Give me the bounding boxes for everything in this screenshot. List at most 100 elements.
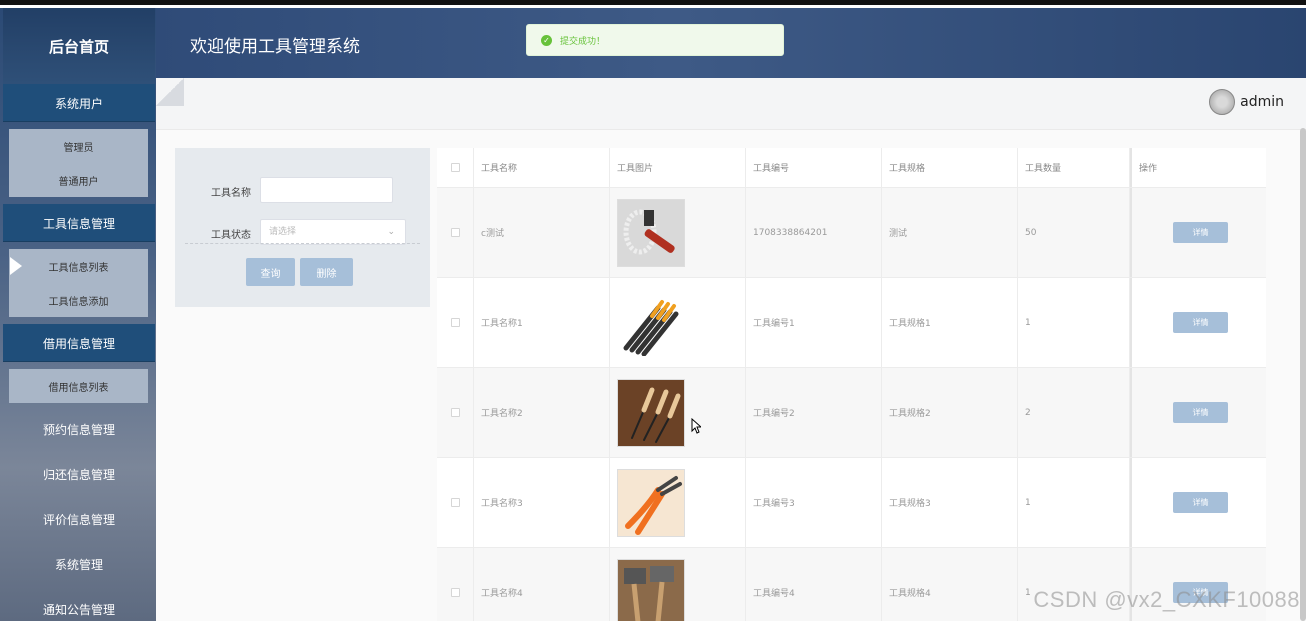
tool-status-label: 工具状态 <box>211 230 251 241</box>
header-tool-code: 工具编号 <box>746 148 882 187</box>
cell-tool-code: 1708338864201 <box>746 188 882 277</box>
cell-tool-qty: 1 <box>1018 278 1130 367</box>
cell-tool-qty: 1 <box>1018 458 1130 547</box>
tool-status-select[interactable]: 请选择 ⌄ <box>260 219 406 245</box>
mouse-cursor-icon <box>691 418 701 434</box>
username[interactable]: admin <box>1240 94 1284 110</box>
screwdriver-image <box>617 288 685 357</box>
cell-tool-image <box>610 188 746 277</box>
user-menu[interactable]: admin <box>1209 89 1284 115</box>
select-all-checkbox[interactable] <box>450 163 460 172</box>
vertical-scrollbar[interactable] <box>1300 128 1306 621</box>
detail-button[interactable]: 详情 <box>1173 312 1228 333</box>
top-border <box>0 0 1306 5</box>
row-checkbox[interactable] <box>450 318 460 327</box>
sidebar-section-tool-info[interactable]: 工具信息管理 <box>3 204 155 242</box>
cell-tool-spec: 工具规格1 <box>882 278 1018 367</box>
sidebar-section-system-users[interactable]: 系统用户 <box>3 84 155 122</box>
row-checkbox[interactable] <box>450 588 460 597</box>
sidebar-brand[interactable]: 后台首页 <box>3 8 155 84</box>
sidebar-item-admins[interactable]: 管理员 <box>9 129 148 163</box>
sidebar-item-return[interactable]: 归还信息管理 <box>3 452 155 496</box>
select-all-cell <box>437 148 474 187</box>
cell-tool-qty: 2 <box>1018 368 1130 457</box>
subheader-bar: admin <box>156 78 1306 130</box>
header-actions: 操作 <box>1130 148 1266 187</box>
row-checkbox[interactable] <box>450 228 460 237</box>
watermark: CSDN @vx2_CXKF10088 <box>1033 587 1300 612</box>
sidebar-item-users[interactable]: 普通用户 <box>9 163 148 197</box>
cell-tool-spec: 测试 <box>882 188 1018 277</box>
sidebar-item-notice[interactable]: 通知公告管理 <box>3 587 155 621</box>
table-header: 工具名称 工具图片 工具编号 工具规格 工具数量 操作 <box>437 148 1266 188</box>
cell-tool-name: c测试 <box>474 188 610 277</box>
page-title: 欢迎使用工具管理系统 <box>190 37 360 57</box>
sidebar-item-tool-list[interactable]: 工具信息列表 <box>9 249 148 283</box>
sidebar-submenu-tool-info: 工具信息列表 工具信息添加 <box>9 249 148 317</box>
sidebar-submenu-system-users: 管理员 普通用户 <box>9 129 148 197</box>
toast-text: 提交成功！ <box>560 36 606 47</box>
cell-tool-name: 工具名称1 <box>474 278 610 367</box>
tool-name-input[interactable] <box>260 177 393 203</box>
cell-tool-name: 工具名称4 <box>474 548 610 621</box>
avatar[interactable] <box>1209 89 1236 115</box>
row-select-cell <box>437 278 474 367</box>
row-select-cell <box>437 458 474 547</box>
cell-tool-name: 工具名称2 <box>474 368 610 457</box>
sidebar-item-borrow-list[interactable]: 借用信息列表 <box>9 369 148 403</box>
cell-actions: 详情 <box>1130 458 1266 547</box>
cell-tool-code: 工具编号2 <box>746 368 882 457</box>
row-select-cell <box>437 548 474 621</box>
active-indicator-icon <box>10 257 22 275</box>
pliers-image <box>617 468 685 537</box>
cell-tool-code: 工具编号3 <box>746 458 882 547</box>
header-tool-spec: 工具规格 <box>882 148 1018 187</box>
axe-image <box>617 558 685 621</box>
success-toast: ✓ 提交成功！ <box>526 24 784 56</box>
header-tool-name: 工具名称 <box>474 148 610 187</box>
delete-button[interactable]: 删除 <box>300 258 353 286</box>
sidebar-item-reservation[interactable]: 预约信息管理 <box>3 407 155 451</box>
row-select-cell <box>437 188 474 277</box>
chisel-image <box>617 378 685 447</box>
cell-tool-image <box>610 458 746 547</box>
detail-button[interactable]: 详情 <box>1173 402 1228 423</box>
search-panel: 工具名称 工具状态 请选择 ⌄ 查询 删除 <box>175 148 430 307</box>
detail-button[interactable]: 详情 <box>1173 492 1228 513</box>
wrench-image <box>617 198 685 267</box>
page-fold-icon <box>156 78 184 106</box>
table-row: 工具名称1 工具编号1 工具规格1 1 详情 <box>437 278 1266 368</box>
cell-tool-image <box>610 368 746 457</box>
table-row: c测试 1708338864201 测试 50 详情 <box>437 188 1266 278</box>
cell-tool-spec: 工具规格4 <box>882 548 1018 621</box>
chevron-down-icon: ⌄ <box>387 227 395 237</box>
cell-tool-name: 工具名称3 <box>474 458 610 547</box>
table-row: 工具名称2 工具编号2 工具规格2 2 详情 <box>437 368 1266 458</box>
cell-tool-image <box>610 278 746 367</box>
cell-actions: 详情 <box>1130 368 1266 457</box>
header-tool-image: 工具图片 <box>610 148 746 187</box>
sidebar: 后台首页 系统用户 管理员 普通用户 工具信息管理 工具信息列表 工具信息添加 … <box>0 8 156 621</box>
detail-button[interactable]: 详情 <box>1173 222 1228 243</box>
sidebar-item-review[interactable]: 评价信息管理 <box>3 497 155 541</box>
table-row: 工具名称3 工具编号3 工具规格3 1 详情 <box>437 458 1266 548</box>
cell-tool-image <box>610 548 746 621</box>
tool-name-label: 工具名称 <box>211 188 251 199</box>
query-button[interactable]: 查询 <box>246 258 295 286</box>
sidebar-item-system[interactable]: 系统管理 <box>3 542 155 586</box>
cell-tool-qty: 50 <box>1018 188 1130 277</box>
search-divider <box>185 243 420 244</box>
cell-actions: 详情 <box>1130 278 1266 367</box>
sidebar-section-borrow-info[interactable]: 借用信息管理 <box>3 324 155 362</box>
cell-actions: 详情 <box>1130 188 1266 277</box>
tool-status-placeholder: 请选择 <box>269 227 297 237</box>
main-content: 工具名称 工具状态 请选择 ⌄ 查询 删除 工具名称 工具图片 工具编号 工具规… <box>156 130 1306 621</box>
row-checkbox[interactable] <box>450 408 460 417</box>
sidebar-submenu-borrow-info: 借用信息列表 <box>9 369 148 403</box>
sidebar-item-tool-add[interactable]: 工具信息添加 <box>9 283 148 317</box>
cell-tool-code: 工具编号1 <box>746 278 882 367</box>
row-checkbox[interactable] <box>450 498 460 507</box>
row-select-cell <box>437 368 474 457</box>
header-tool-qty: 工具数量 <box>1018 148 1130 187</box>
cell-tool-spec: 工具规格3 <box>882 458 1018 547</box>
